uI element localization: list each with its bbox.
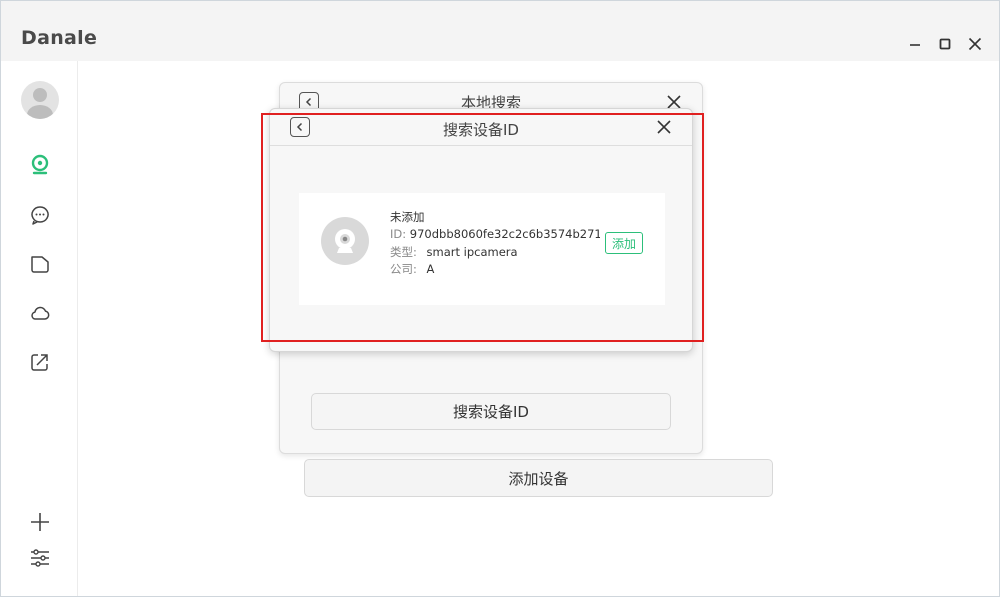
device-card[interactable]: 未添加 ID: 970dbb8060fe32c2c6b3574b271f 类型:… [299, 193, 665, 305]
sidebar [1, 61, 78, 596]
add-device-button[interactable]: 添加设备 [304, 459, 773, 497]
maximize-icon[interactable] [935, 34, 955, 54]
device-type-value: smart ipcamera [426, 245, 518, 259]
device-id-value: 970dbb8060fe32c2c6b3574b271f [409, 227, 600, 241]
title-bar: Danale [1, 1, 999, 61]
ip-camera-icon [321, 217, 369, 265]
add-button[interactable]: 添加 [605, 232, 643, 254]
device-id-label: ID: [390, 227, 407, 241]
divider [270, 145, 692, 146]
device-status: 未添加 [390, 210, 425, 224]
folder-icon[interactable] [28, 252, 52, 276]
camera-icon[interactable] [28, 153, 52, 177]
minimize-icon[interactable] [905, 34, 925, 54]
cloud-icon[interactable] [28, 301, 52, 325]
device-type-label: 类型: [390, 245, 417, 259]
dialog-title: 搜索设备ID [443, 121, 519, 139]
avatar[interactable] [21, 81, 59, 119]
close-icon[interactable] [965, 34, 985, 54]
share-icon[interactable] [28, 350, 52, 374]
search-device-id-dialog: 搜索设备ID 未添加 ID: 970dbb8060fe32c2c6b3574b2… [269, 108, 693, 352]
add-icon[interactable] [28, 510, 52, 534]
message-icon[interactable] [28, 203, 52, 227]
device-company-row: 公司: A [390, 261, 434, 277]
search-device-id-button[interactable]: 搜索设备ID [311, 393, 671, 430]
device-id-row: ID: 970dbb8060fe32c2c6b3574b271f [390, 227, 600, 241]
device-company-value: A [426, 262, 435, 276]
app-title: Danale [21, 27, 98, 49]
device-type-row: 类型: smart ipcamera [390, 244, 518, 260]
close-icon[interactable] [655, 118, 673, 136]
settings-sliders-icon[interactable] [28, 546, 52, 570]
device-company-label: 公司: [390, 262, 417, 276]
